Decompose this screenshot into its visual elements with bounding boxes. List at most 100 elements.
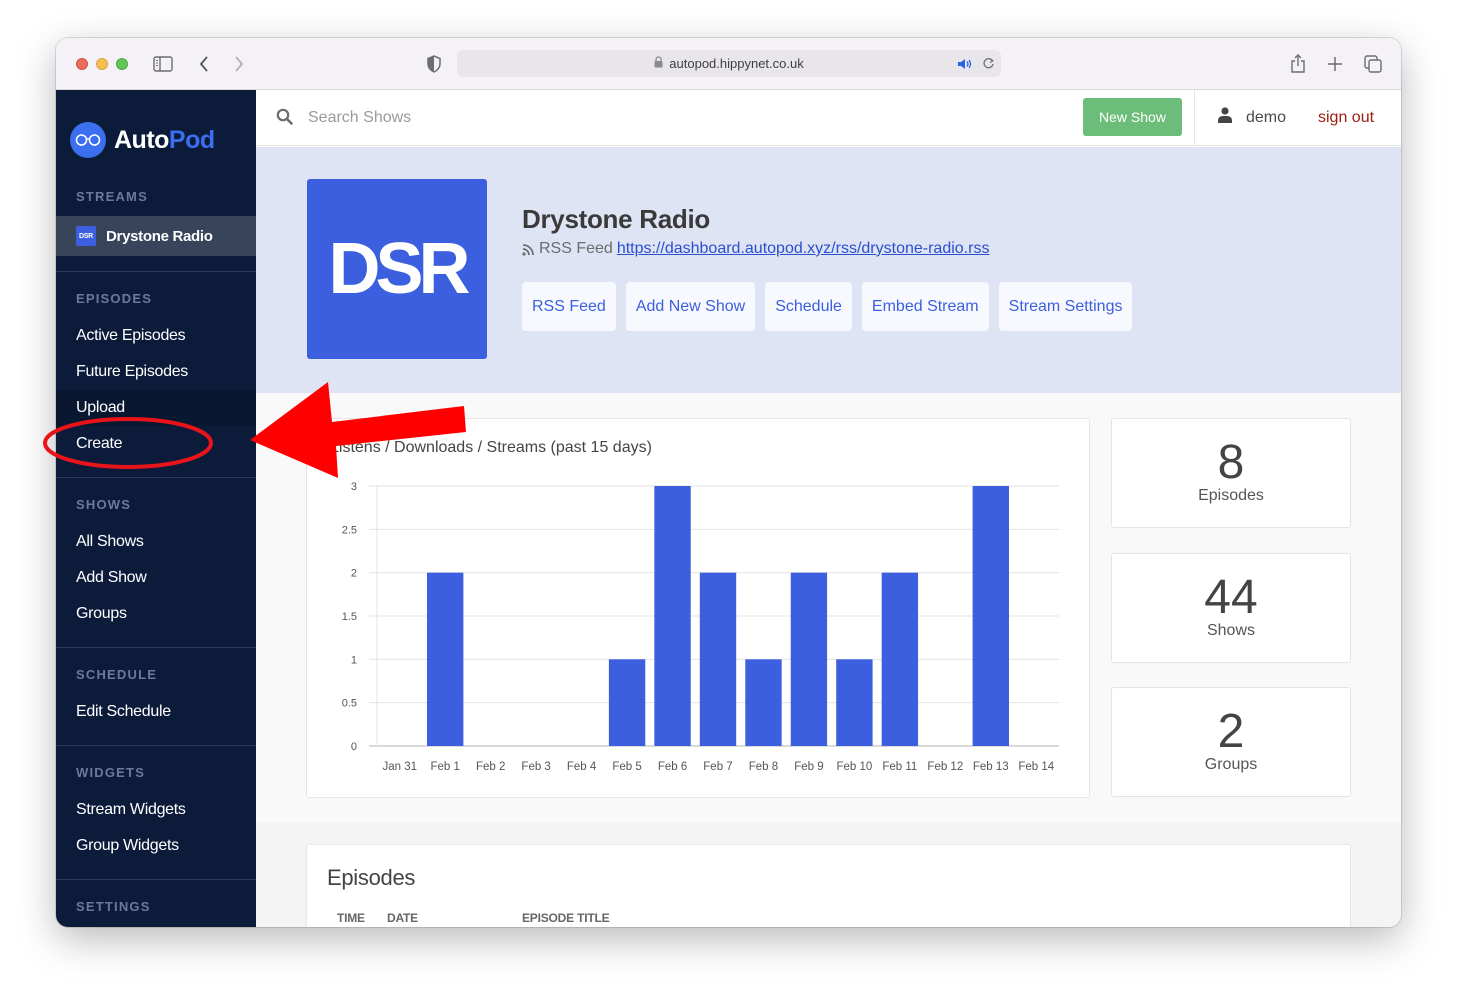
sidebar-item-groups[interactable]: Groups [56, 596, 256, 632]
header-divider [1194, 90, 1195, 146]
sidebar-divider [56, 477, 256, 478]
embed-stream-button[interactable]: Embed Stream [861, 282, 989, 331]
stat-card-episodes[interactable]: 8 Episodes [1111, 418, 1351, 528]
new-show-button[interactable]: New Show [1083, 98, 1182, 136]
rss-feed-line: RSS Feed https://dashboard.autopod.xyz/r… [522, 240, 989, 258]
bar-feb-1 [427, 572, 464, 746]
reload-icon[interactable] [982, 50, 995, 77]
speaker-icon[interactable] [957, 50, 973, 77]
stream-settings-button[interactable]: Stream Settings [998, 282, 1133, 331]
user-menu[interactable]: demo [1218, 107, 1286, 128]
back-icon[interactable] [196, 52, 212, 76]
sidebar-item-upload[interactable]: Upload [56, 390, 256, 426]
bar-feb-13 [972, 486, 1009, 746]
stat-label: Shows [1206, 622, 1256, 639]
x-tick-label: Feb 4 [567, 761, 597, 773]
sidebar-item-label: Upload [76, 399, 125, 416]
sidebar-item-create[interactable]: Create [56, 426, 256, 462]
sidebar-divider [56, 745, 256, 746]
add-new-show-button[interactable]: Add New Show [625, 282, 756, 331]
x-tick-label: Feb 8 [749, 761, 778, 773]
sidebar-divider [56, 879, 256, 880]
rss-url-link[interactable]: https://dashboard.autopod.xyz/rss/drysto… [617, 240, 990, 258]
sidebar-toggle-icon[interactable] [152, 52, 174, 76]
bar-feb-10 [836, 659, 873, 746]
sidebar-item-active-episodes[interactable]: Active Episodes [56, 318, 256, 354]
y-tick-label: 0 [351, 741, 357, 753]
x-tick-label: Feb 13 [973, 761, 1009, 773]
x-tick-label: Feb 1 [430, 761, 459, 773]
y-tick-label: 1.5 [342, 611, 357, 623]
schedule-button[interactable]: Schedule [765, 282, 852, 331]
lock-icon [654, 56, 663, 71]
sidebar-item-label: Group Widgets [76, 837, 179, 854]
tabs-overview-icon[interactable] [1363, 52, 1383, 76]
sidebar-item-label: All Shows [76, 533, 144, 550]
column-header-time[interactable]: TIME [337, 911, 365, 925]
new-tab-icon[interactable] [1326, 52, 1344, 76]
privacy-shield-icon[interactable] [425, 52, 443, 76]
x-tick-label: Feb 9 [794, 761, 823, 773]
forward-icon[interactable] [231, 52, 247, 76]
stream-badge: DSR [76, 226, 96, 246]
stat-card-groups[interactable]: 2 Groups [1111, 687, 1351, 797]
main-content: DSR Drystone Radio RSS Feed https://dash… [256, 147, 1401, 927]
app-header: New Show demo sign out [256, 90, 1401, 146]
episodes-card: Episodes TIME DATE EPISODE TITLE [306, 844, 1351, 927]
stream-artwork: DSR [307, 179, 487, 359]
sidebar-section-episodes: EPISODES [76, 291, 153, 306]
bar-feb-9 [790, 572, 828, 746]
x-tick-label: Feb 7 [703, 761, 732, 773]
bar-feb-5 [608, 659, 646, 746]
sidebar-item-drystone-radio[interactable]: DSR Drystone Radio [56, 216, 256, 256]
share-icon[interactable] [1289, 52, 1307, 76]
stat-label: Episodes [1198, 487, 1264, 504]
sidebar-item-label: Future Episodes [76, 363, 189, 380]
sidebar-item-edit-schedule[interactable]: Edit Schedule [56, 694, 256, 730]
y-tick-label: 3 [351, 481, 357, 493]
x-tick-label: Feb 3 [521, 761, 550, 773]
sidebar-item-label: Active Episodes [76, 327, 186, 344]
sidebar-section-shows: SHOWS [76, 497, 132, 512]
y-tick-label: 2.5 [342, 524, 357, 536]
bar-feb-7 [699, 572, 737, 746]
sidebar-item-group-widgets[interactable]: Group Widgets [56, 828, 256, 864]
sidebar-section-widgets: WIDGETS [76, 765, 146, 780]
sidebar-item-label: Edit Schedule [76, 703, 171, 720]
user-icon [1218, 107, 1232, 128]
stat-card-shows[interactable]: 44 Shows [1111, 553, 1351, 663]
y-tick-label: 1 [351, 654, 357, 666]
stream-header: DSR Drystone Radio RSS Feed https://dash… [256, 147, 1401, 393]
column-header-date[interactable]: DATE [387, 911, 418, 925]
bar-feb-6 [654, 486, 691, 746]
stats-band: Listens / Downloads / Streams (past 15 d… [256, 393, 1401, 823]
username: demo [1246, 108, 1287, 126]
search-shows-input[interactable] [308, 104, 908, 132]
sidebar-section-settings: SETTINGS [76, 899, 151, 914]
sidebar-section-streams: STREAMS [76, 189, 148, 204]
x-tick-label: Feb 11 [882, 761, 917, 773]
sidebar-item-stream-widgets[interactable]: Stream Widgets [56, 792, 256, 828]
autopod-logo[interactable]: AutoPod [70, 122, 215, 158]
minimize-window-button[interactable] [96, 58, 108, 70]
listens-chart-card: Listens / Downloads / Streams (past 15 d… [306, 418, 1090, 798]
brand-name: AutoPod [114, 125, 215, 154]
stat-label: Groups [1204, 756, 1258, 773]
column-header-episode-title[interactable]: EPISODE TITLE [522, 911, 610, 925]
maximize-window-button[interactable] [116, 58, 128, 70]
sidebar-item-future-episodes[interactable]: Future Episodes [56, 354, 256, 390]
sidebar-item-all-shows[interactable]: All Shows [56, 524, 256, 560]
address-bar[interactable]: autopod.hippynet.co.uk [457, 50, 1001, 77]
sign-out-link[interactable]: sign out [1318, 109, 1374, 127]
stat-value: 44 [1204, 571, 1258, 624]
stat-value: 2 [1217, 705, 1245, 758]
rss-feed-button[interactable]: RSS Feed [522, 282, 616, 331]
sidebar-item-label: Drystone Radio [106, 227, 213, 245]
stat-value: 8 [1217, 436, 1245, 489]
x-tick-label: Feb 6 [658, 761, 687, 773]
close-window-button[interactable] [76, 58, 88, 70]
sidebar-divider [56, 647, 256, 648]
y-tick-label: 0.5 [342, 698, 357, 710]
rss-icon [522, 243, 535, 256]
sidebar-item-add-show[interactable]: Add Show [56, 560, 256, 596]
